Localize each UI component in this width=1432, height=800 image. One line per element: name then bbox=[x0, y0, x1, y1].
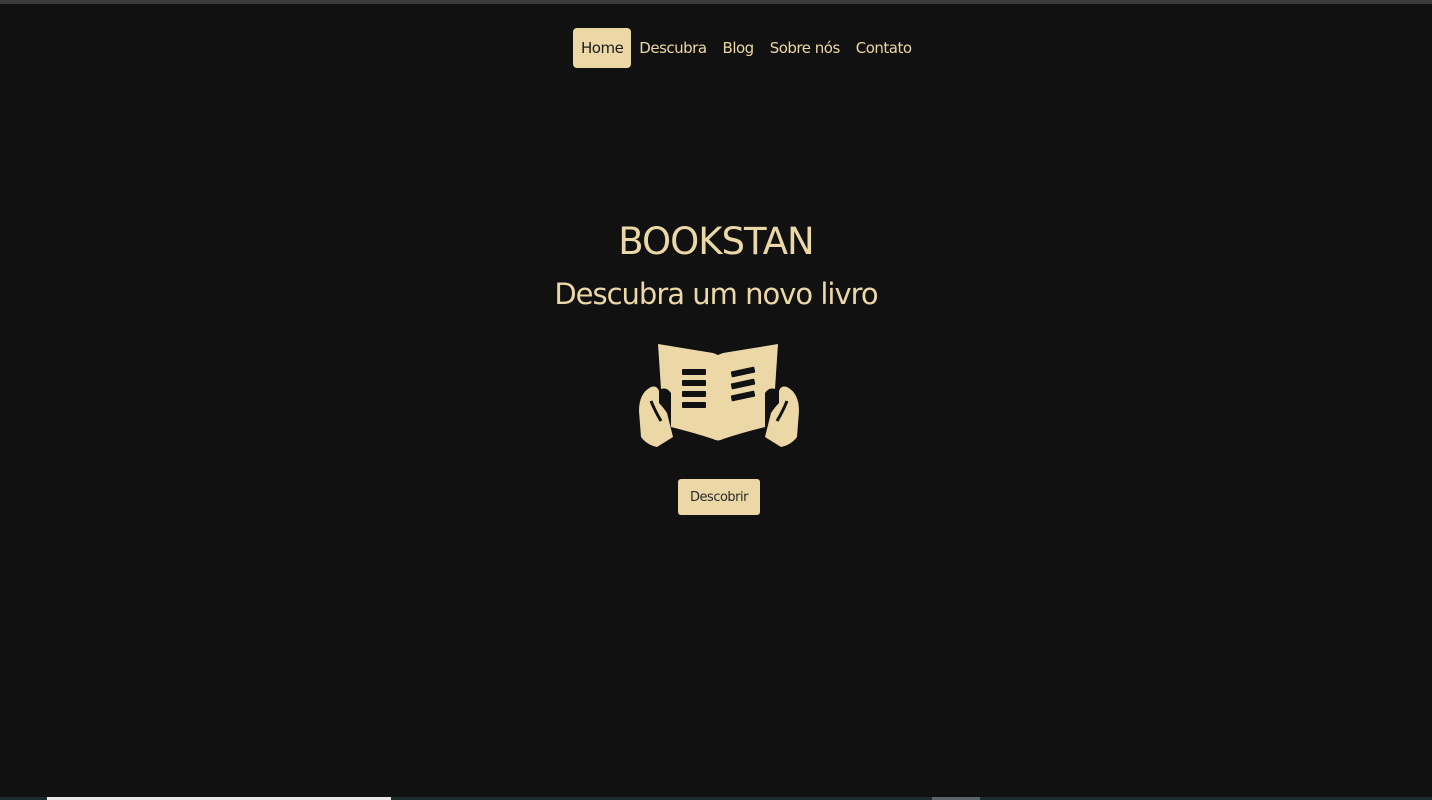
hero-section: BOOKSTAN Descubra um novo livro bbox=[0, 215, 1432, 319]
nav-item-contato[interactable]: Contato bbox=[848, 28, 920, 68]
browser-top-strip bbox=[0, 0, 1432, 4]
nav-item-descubra[interactable]: Descubra bbox=[631, 28, 714, 68]
nav-item-sobre-nos[interactable]: Sobre nós bbox=[762, 28, 848, 68]
descobrir-button[interactable]: Descobrir bbox=[678, 479, 760, 515]
main-nav: Home Descubra Blog Sobre nós Contato bbox=[573, 28, 920, 68]
hero-subtitle: Descubra um novo livro bbox=[554, 277, 878, 311]
reading-book-icon bbox=[639, 344, 799, 447]
site-title: BOOKSTAN bbox=[618, 220, 814, 263]
nav-item-home[interactable]: Home bbox=[573, 28, 632, 68]
nav-item-blog[interactable]: Blog bbox=[715, 28, 762, 68]
